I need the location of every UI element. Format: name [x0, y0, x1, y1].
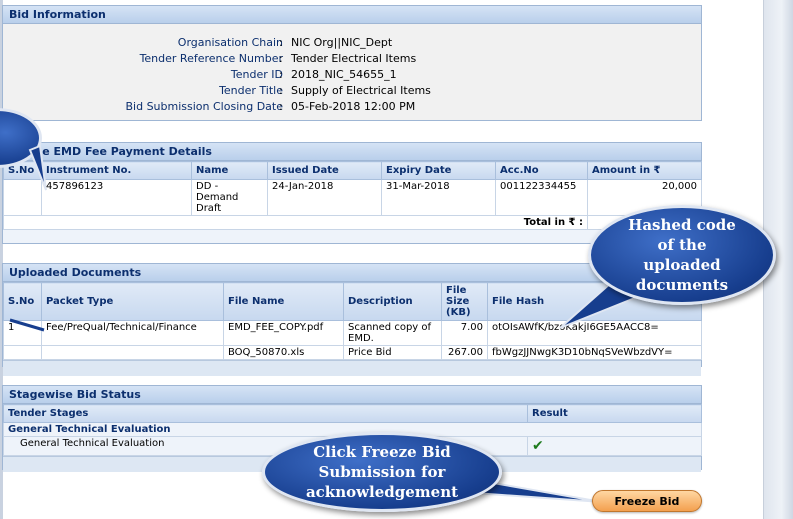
file-link[interactable]: EMD_FEE_COPY.pdf [223, 320, 344, 346]
cell-file-hash: fbWgzJJNwgK3D10bNqSVeWbzdVY= [487, 345, 702, 360]
emd-section-title: Offline EMD Fee Payment Details [3, 143, 701, 161]
table-row: 457896123 DD - Demand Draft 24-Jan-2018 … [3, 179, 702, 216]
cell-packet-type: Fee/PreQual/Technical/Finance [41, 320, 224, 346]
total-label: Total in ₹ : [3, 215, 588, 230]
cell-sno [3, 179, 42, 216]
bid-information-title: Bid Information [3, 6, 701, 24]
stage-result: ✔ [527, 436, 702, 456]
stagewise-status-title: Stagewise Bid Status [3, 386, 701, 404]
info-colon: : [279, 68, 283, 81]
callout-line: uploaded [643, 256, 721, 274]
table-row: BOQ_50870.xls Price Bid 267.00 fbWgzJJNw… [3, 345, 702, 360]
col-header-file-size: File Size (KB) [441, 282, 488, 321]
info-row-tender-title: Tender Title : Supply of Electrical Item… [3, 84, 703, 100]
section-footer [3, 360, 701, 376]
callout-line: Submission for [318, 463, 446, 481]
col-header-issued-date: Issued Date [267, 161, 382, 180]
info-colon: : [279, 100, 283, 113]
info-colon: : [279, 84, 283, 97]
cell-sno: 1 [3, 320, 42, 346]
info-row-organisation-chain: Organisation Chain : NIC Org||NIC_Dept [3, 36, 703, 52]
col-header-description: Description [343, 282, 442, 321]
cell-file-hash: otOIsAWfK/bzoKakjI6GE5AACC8= [487, 320, 702, 346]
col-header-tender-stages: Tender Stages [3, 404, 528, 423]
emd-table: S.No Instrument No. Name Issued Date Exp… [3, 161, 702, 230]
uploads-table: S.No Packet Type File Name Description F… [3, 282, 702, 360]
col-header-sno: S.No [3, 282, 42, 321]
callout-line: documents [635, 276, 729, 294]
file-link[interactable]: BOQ_50870.xls [223, 345, 344, 360]
col-header-result: Result [527, 404, 702, 423]
table-row: 1 Fee/PreQual/Technical/Finance EMD_FEE_… [3, 320, 702, 346]
col-header-expiry-date: Expiry Date [381, 161, 496, 180]
info-label: Organisation Chain [177, 36, 283, 49]
emd-payment-section: Offline EMD Fee Payment Details S.No Ins… [2, 142, 702, 244]
info-label: Bid Submission Closing Date [125, 100, 283, 113]
cell-acc: 001122334455 [495, 179, 588, 216]
col-header-name: Name [191, 161, 268, 180]
col-header-file-name: File Name [223, 282, 344, 321]
cell-name: DD - Demand Draft [191, 179, 268, 216]
freeze-callout: Click Freeze Bid Submission for acknowle… [262, 432, 502, 512]
bid-information-section: Bid Information Organisation Chain : NIC… [2, 5, 702, 121]
cell-packet-type [41, 345, 224, 360]
cell-sno [3, 345, 42, 360]
cell-file-size: 7.00 [441, 320, 488, 346]
uploaded-documents-section: Uploaded Documents S.No Packet Type File… [2, 263, 702, 376]
info-value: NIC Org||NIC_Dept [291, 36, 393, 49]
cell-description: Price Bid [343, 345, 442, 360]
col-header-amount: Amount in ₹ [587, 161, 702, 180]
callout-line: of the [657, 236, 707, 254]
info-colon: : [279, 52, 283, 65]
info-row-tender-id: Tender ID : 2018_NIC_54655_1 [3, 68, 703, 84]
page: Bid Information Organisation Chain : NIC… [0, 0, 793, 519]
col-header-packet-type: Packet Type [41, 282, 224, 321]
freeze-bid-button[interactable]: Freeze Bid [592, 490, 702, 512]
cell-file-size: 267.00 [441, 345, 488, 360]
cell-issued: 24-Jan-2018 [267, 179, 382, 216]
col-header-acc-no: Acc.No [495, 161, 588, 180]
callout-line: Click Freeze Bid [313, 443, 451, 461]
col-header-instrument: Instrument No. [41, 161, 192, 180]
hash-callout: Hashed code of the uploaded documents [588, 205, 776, 305]
callout-line: Hashed code [628, 216, 736, 234]
checkmark-icon: ✔ [532, 438, 544, 454]
info-value: 2018_NIC_54655_1 [291, 68, 397, 81]
info-label: Tender Reference Number [139, 52, 283, 65]
info-value: 05-Feb-2018 12:00 PM [291, 100, 416, 113]
total-row: Total in ₹ : [3, 215, 702, 230]
info-value: Supply of Electrical Items [291, 84, 431, 97]
info-row-closing-date: Bid Submission Closing Date : 05-Feb-201… [3, 100, 703, 116]
info-label: Tender Title [219, 84, 283, 97]
info-label: Tender ID [230, 68, 283, 81]
info-value: Tender Electrical Items [291, 52, 417, 65]
cell-expiry: 31-Mar-2018 [381, 179, 496, 216]
cell-description: Scanned copy of EMD. [343, 320, 442, 346]
info-row-tender-reference: Tender Reference Number : Tender Electri… [3, 52, 703, 68]
cell-instrument: 457896123 [41, 179, 192, 216]
callout-line: acknowledgement [305, 483, 459, 501]
info-colon: : [279, 36, 283, 49]
